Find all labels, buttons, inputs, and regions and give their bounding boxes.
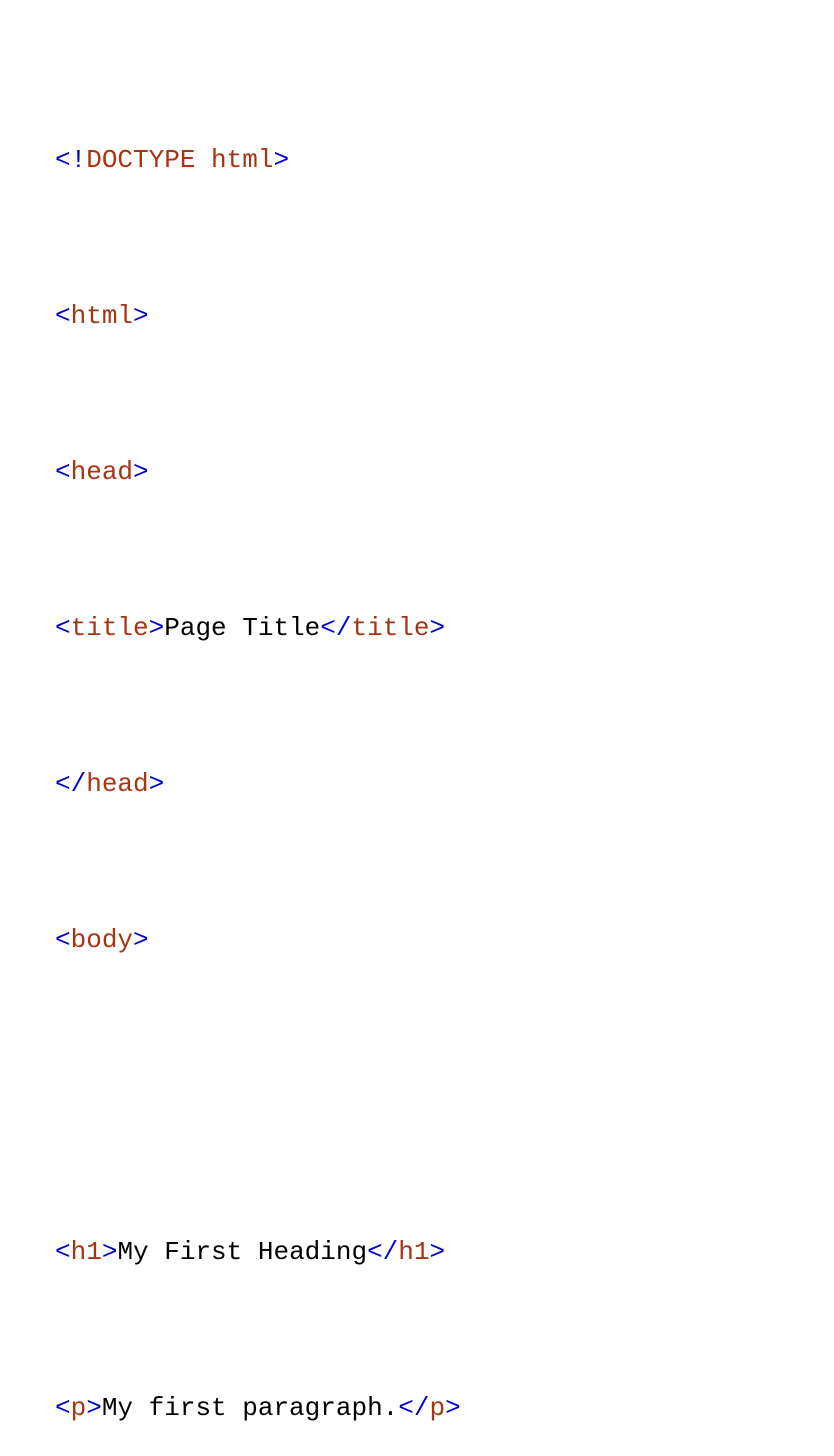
code-line: <title>Page Title</title> [55, 602, 779, 654]
blank-line [55, 1081, 71, 1111]
head-tagname: head [86, 769, 148, 799]
tag-close-angle: > [86, 1393, 102, 1423]
tag-open-angle: < [55, 613, 71, 643]
tag-close-angle: > [133, 925, 149, 955]
tag-close-angle: > [273, 145, 289, 175]
tag-open-angle: </ [320, 613, 351, 643]
tag-open-angle: </ [367, 1237, 398, 1267]
tag-close-angle: > [430, 1237, 446, 1267]
tag-open-angle: < [55, 301, 71, 331]
code-line: </head> [55, 758, 779, 810]
tag-close-angle: > [133, 457, 149, 487]
h1-content: My First Heading [117, 1237, 367, 1267]
code-line: <p>My first paragraph.</p> [55, 1382, 779, 1434]
tag-open-angle: </ [398, 1393, 429, 1423]
tag-open-angle: < [55, 457, 71, 487]
tag-open-angle: </ [55, 769, 86, 799]
code-line-blank [55, 1070, 779, 1122]
tag-close-angle: > [149, 769, 165, 799]
html-tagname: html [71, 301, 133, 331]
p-tagname: p [71, 1393, 87, 1423]
code-line: <h1>My First Heading</h1> [55, 1226, 779, 1278]
p-content: My first paragraph. [102, 1393, 398, 1423]
p-tagname: p [430, 1393, 446, 1423]
doctype-tagname: DOCTYPE [86, 145, 195, 175]
tag-close-angle: > [133, 301, 149, 331]
code-line: <body> [55, 914, 779, 966]
head-tagname: head [71, 457, 133, 487]
tag-open-angle: < [55, 1237, 71, 1267]
tag-open-angle: < [55, 1393, 71, 1423]
title-content: Page Title [164, 613, 320, 643]
title-tagname: title [351, 613, 429, 643]
code-line: <html> [55, 290, 779, 342]
h1-tagname: h1 [398, 1237, 429, 1267]
h1-tagname: h1 [71, 1237, 102, 1267]
tag-close-angle: > [149, 613, 165, 643]
tag-open-angle: < [55, 925, 71, 955]
code-block: <!DOCTYPE html> <html> <head> <title>Pag… [0, 0, 834, 1456]
code-line: <!DOCTYPE html> [55, 134, 779, 186]
body-tagname: body [71, 925, 133, 955]
tag-close-angle: > [102, 1237, 118, 1267]
tag-open-angle: <! [55, 145, 86, 175]
tag-close-angle: > [430, 613, 446, 643]
tag-close-angle: > [445, 1393, 461, 1423]
doctype-keyword: html [195, 145, 273, 175]
title-tagname: title [71, 613, 149, 643]
code-line: <head> [55, 446, 779, 498]
